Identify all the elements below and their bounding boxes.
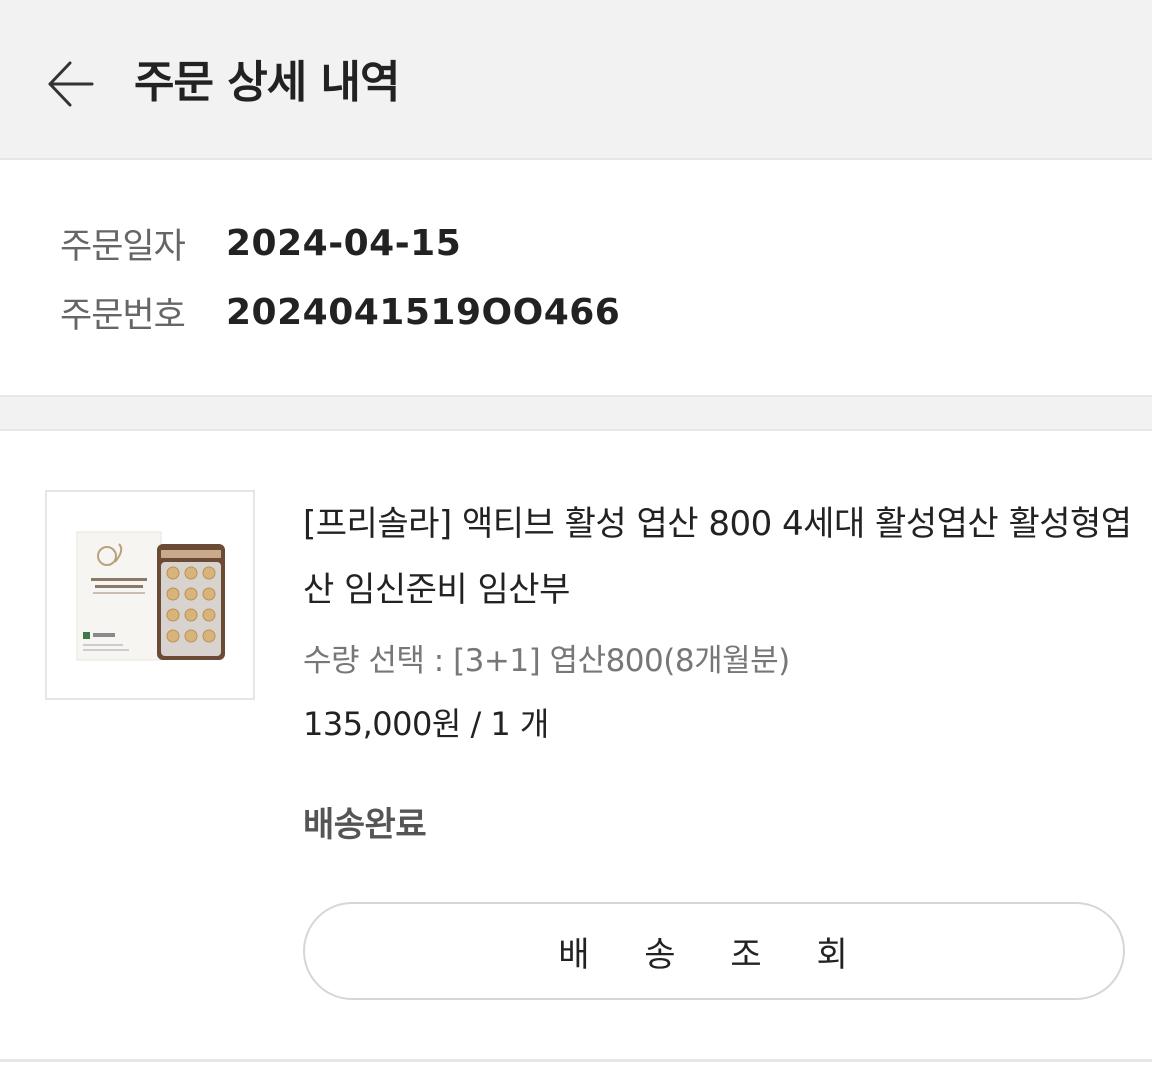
order-date-value: 2024-04-15	[226, 222, 462, 264]
track-delivery-button[interactable]: 배 송 조 회	[303, 902, 1125, 1000]
product-thumbnail[interactable]	[45, 490, 255, 700]
order-item: [프리솔라] 액티브 활성 엽산 800 4세대 활성엽산 활성형엽산 임신준비…	[0, 431, 1152, 1061]
order-date-label: 주문일자	[60, 226, 186, 267]
arrow-left-icon	[48, 61, 94, 107]
header-bar: 주문 상세 내역	[0, 0, 1152, 160]
order-number-label: 주문번호	[60, 295, 186, 336]
order-number-row: 주문번호 2024041519OO466	[60, 287, 620, 337]
back-button[interactable]	[40, 52, 100, 116]
delivery-status: 배송완료	[303, 805, 427, 845]
order-info-section: 주문일자 2024-04-15 주문번호 2024041519OO466	[0, 162, 1152, 395]
page-title: 주문 상세 내역	[134, 57, 401, 108]
product-name[interactable]: [프리솔라] 액티브 활성 엽산 800 4세대 활성엽산 활성형엽산 임신준비…	[303, 491, 1133, 623]
product-price: 135,000원 / 1 개	[303, 705, 549, 743]
product-option: 수량 선택 : [3+1] 엽산800(8개월분)	[303, 643, 790, 679]
section-divider	[0, 395, 1152, 431]
order-date-row: 주문일자 2024-04-15	[60, 218, 461, 268]
bottom-divider	[0, 1059, 1152, 1062]
product-package-image	[47, 492, 253, 698]
order-number-value: 2024041519OO466	[226, 291, 621, 333]
